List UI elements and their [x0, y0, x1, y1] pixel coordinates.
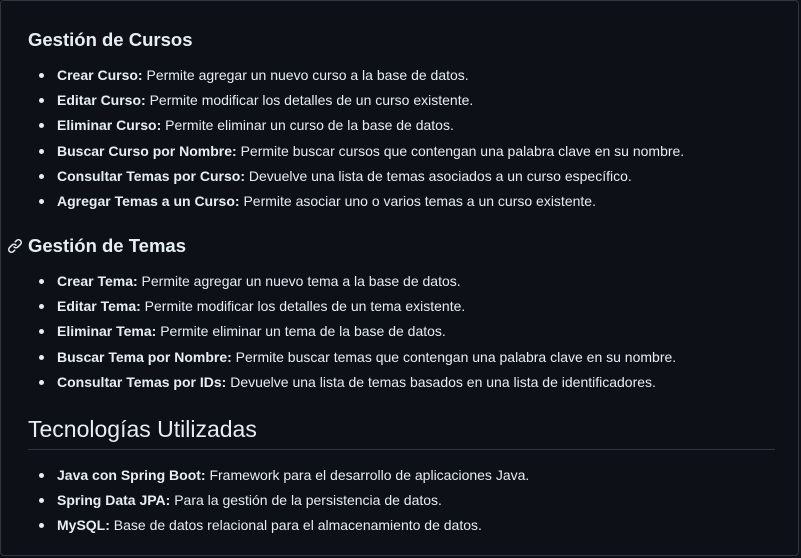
item-term: Consultar Temas por Curso: [57, 167, 245, 184]
list-gestion-temas: Crear Tema: Permite agregar un nuevo tem… [28, 269, 768, 395]
item-desc: Permite eliminar un curso de la base de … [161, 117, 454, 134]
item-term: Editar Tema: [57, 298, 141, 315]
list-gestion-cursos: Crear Curso: Permite agregar un nuevo cu… [28, 63, 768, 214]
item-term: Eliminar Curso: [57, 117, 162, 134]
item-term: Java con Spring Boot: [57, 467, 206, 483]
item-desc: Devuelve una lista de temas basados en u… [226, 373, 656, 390]
item-desc: Permite buscar temas que contengan una p… [231, 348, 677, 365]
item-term: Agregar Temas a un Curso: [57, 192, 240, 209]
item-term: Buscar Curso por Nombre: [57, 142, 237, 159]
list-item: Eliminar Curso: Permite eliminar un curs… [28, 113, 768, 138]
item-term: Consultar Temas por IDs: [57, 373, 227, 390]
list-item: Buscar Curso por Nombre: Permite buscar … [28, 139, 768, 164]
item-desc: Permite modificar los detalles de un cur… [145, 92, 474, 109]
item-desc: Para la gestión de la persistencia de da… [170, 492, 442, 509]
list-item: Spring Data JPA: Para la gestión de la p… [28, 488, 768, 513]
item-desc: Permite buscar cursos que contengan una … [236, 142, 685, 159]
list-item: Consultar Temas por Curso: Devuelve una … [28, 164, 768, 189]
heading-divider [28, 449, 775, 450]
item-term: MySQL: [57, 517, 110, 534]
list-tecnologias: Java con Spring Boot: Framework para el … [28, 463, 768, 539]
heading-text: Tecnologías Utilizadas [28, 416, 257, 442]
item-desc: Permite asociar uno o varios temas a un … [239, 192, 596, 209]
item-term: Crear Tema: [57, 273, 138, 289]
list-item: Crear Tema: Permite agregar un nuevo tem… [28, 269, 768, 294]
list-item: Agregar Temas a un Curso: Permite asocia… [28, 189, 768, 214]
item-desc: Devuelve una lista de temas asociados a … [245, 167, 632, 184]
list-item: Editar Curso: Permite modificar los deta… [28, 88, 768, 113]
item-term: Editar Curso: [57, 92, 146, 109]
list-item: Java con Spring Boot: Framework para el … [28, 463, 768, 488]
item-term: Eliminar Tema: [57, 323, 157, 340]
list-item: Consultar Temas por IDs: Devuelve una li… [28, 370, 768, 395]
heading-gestion-cursos: Gestión de Cursos [28, 29, 192, 51]
item-desc: Base de datos relacional para el almacen… [109, 517, 482, 534]
heading-tecnologias: Tecnologías Utilizadas [28, 415, 257, 443]
list-item: Eliminar Tema: Permite eliminar un tema … [28, 319, 768, 344]
item-term: Spring Data JPA: [57, 492, 171, 509]
item-term: Buscar Tema por Nombre: [57, 348, 232, 365]
heading-text: Gestión de Temas [28, 235, 186, 256]
item-desc: Permite modificar los detalles de un tem… [140, 298, 466, 315]
link-icon[interactable] [7, 238, 23, 254]
heading-gestion-temas: Gestión de Temas [7, 235, 186, 257]
item-term: Crear Curso: [57, 67, 143, 83]
list-item: Crear Curso: Permite agregar un nuevo cu… [28, 63, 768, 88]
list-item: MySQL: Base de datos relacional para el … [28, 513, 768, 538]
item-desc: Permite agregar un nuevo curso a la base… [142, 67, 469, 83]
list-item: Buscar Tema por Nombre: Permite buscar t… [28, 345, 768, 370]
item-desc: Framework para el desarrollo de aplicaci… [205, 467, 530, 483]
item-desc: Permite eliminar un tema de la base de d… [156, 323, 446, 340]
item-desc: Permite agregar un nuevo tema a la base … [137, 273, 461, 289]
heading-text: Gestión de Cursos [28, 29, 193, 50]
list-item: Editar Tema: Permite modificar los detal… [28, 294, 768, 319]
